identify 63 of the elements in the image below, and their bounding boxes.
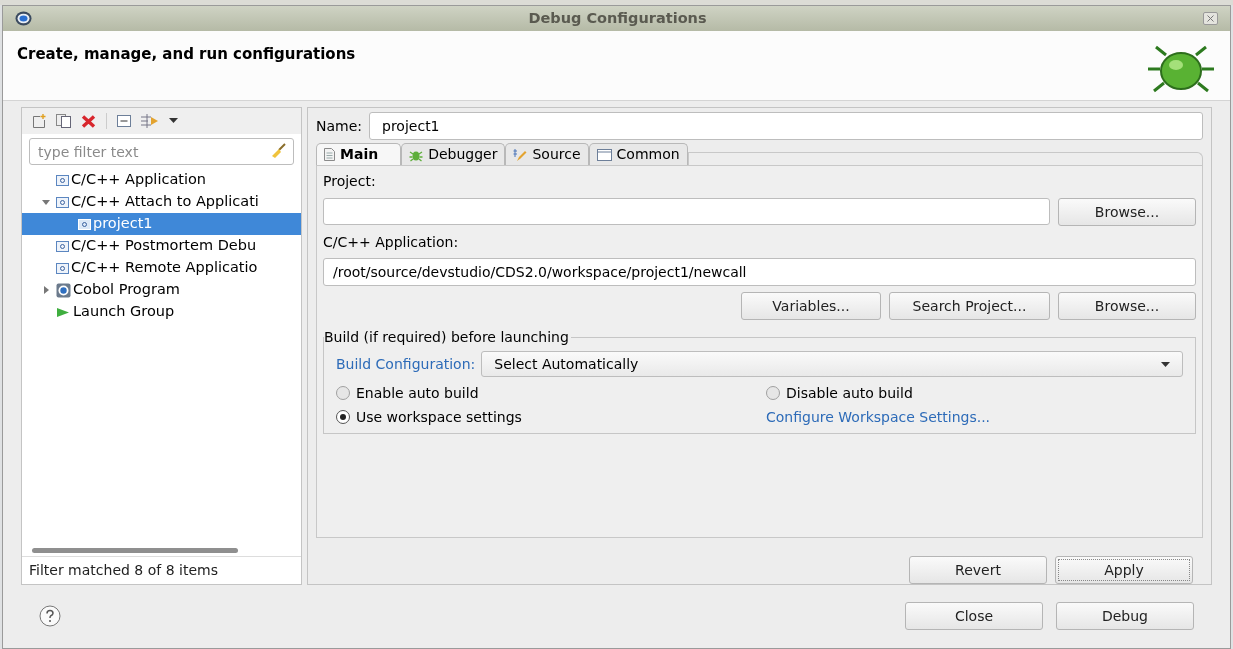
search-project-button[interactable]: Search Project... <box>889 292 1050 320</box>
apply-button[interactable]: Apply <box>1055 556 1193 584</box>
pencil-icon <box>513 147 528 162</box>
radio-selected[interactable] <box>336 410 350 424</box>
header-title: Create, manage, and run configurations <box>17 44 356 65</box>
variables-button[interactable]: Variables... <box>741 292 881 320</box>
radio-label[interactable]: Enable auto build <box>356 382 479 404</box>
tab[interactable]: Main <box>316 143 402 165</box>
broom-icon[interactable] <box>270 143 286 159</box>
collapse-icon[interactable] <box>117 115 131 127</box>
close-icon[interactable] <box>1203 12 1218 25</box>
help-icon[interactable] <box>39 605 61 627</box>
application-field[interactable]: /root/source/devstudio/CDS2.0/workspace/project1/newcall <box>323 258 1196 286</box>
revert-button[interactable]: Revert <box>909 556 1047 584</box>
tree-item[interactable]: C/C++ Postmortem Debu <box>22 235 301 257</box>
filter-icon[interactable] <box>141 114 159 128</box>
c-file-icon <box>56 240 69 252</box>
window-title: Debug Configurations <box>527 8 708 28</box>
filter-field[interactable]: type filter text <box>29 138 294 165</box>
bug-icon <box>1146 43 1216 93</box>
dropdown-caret-icon <box>1161 361 1170 367</box>
tree-item[interactable]: Launch Group <box>22 301 301 323</box>
window-icon <box>596 148 612 161</box>
document-icon <box>324 148 335 161</box>
name-label: Name: <box>316 116 363 136</box>
tree-item[interactable]: C/C++ Application <box>22 169 301 191</box>
scrollbar-thumb[interactable] <box>32 548 238 553</box>
copy-icon[interactable] <box>56 114 71 128</box>
project-label: Project: <box>323 172 377 191</box>
tab[interactable]: Common <box>588 143 688 165</box>
radio-unselected[interactable] <box>766 386 780 400</box>
build-configuration-dropdown[interactable]: Select Automatically <box>481 351 1183 377</box>
browse-button[interactable]: Browse... <box>1058 198 1196 226</box>
close-button[interactable]: Close <box>905 602 1043 630</box>
debug-button[interactable]: Debug <box>1056 602 1194 630</box>
tree-item[interactable]: C/C++ Remote Applicatio <box>22 257 301 279</box>
application-label: C/C++ Application: <box>323 233 460 252</box>
tab[interactable]: Debugger <box>401 143 506 165</box>
c-file-icon <box>56 196 69 208</box>
tree-item[interactable]: Cobol Program <box>22 279 301 301</box>
browse-button[interactable]: Browse... <box>1058 292 1196 320</box>
delete-icon[interactable] <box>81 114 96 128</box>
collapsed-arrow-icon[interactable] <box>42 286 50 294</box>
expanded-arrow-icon[interactable] <box>42 198 50 206</box>
configure-workspace-link[interactable]: Configure Workspace Settings... <box>766 407 991 427</box>
c-file-icon <box>56 262 69 274</box>
c-file-icon <box>56 174 69 186</box>
radio-label[interactable]: Disable auto build <box>786 382 913 404</box>
tree-item[interactable]: C/C++ Attach to Applicati <box>22 191 301 213</box>
tab[interactable]: Source <box>505 143 589 165</box>
project-field[interactable] <box>323 198 1050 225</box>
new-file-icon[interactable] <box>32 114 46 128</box>
name-field[interactable]: project1 <box>369 112 1203 140</box>
play-arrow-icon <box>56 306 70 318</box>
tree-item[interactable]: project1 <box>22 213 301 235</box>
disc-icon <box>56 282 71 298</box>
build-configuration-label: Build Configuration: <box>336 354 476 374</box>
dropdown-caret-icon[interactable] <box>169 118 178 124</box>
radio-unselected[interactable] <box>336 386 350 400</box>
filter-status: Filter matched 8 of 8 items <box>28 561 219 580</box>
radio-label[interactable]: Use workspace settings <box>356 406 522 428</box>
app-logo-icon <box>15 11 32 26</box>
c-file-icon <box>78 218 91 230</box>
